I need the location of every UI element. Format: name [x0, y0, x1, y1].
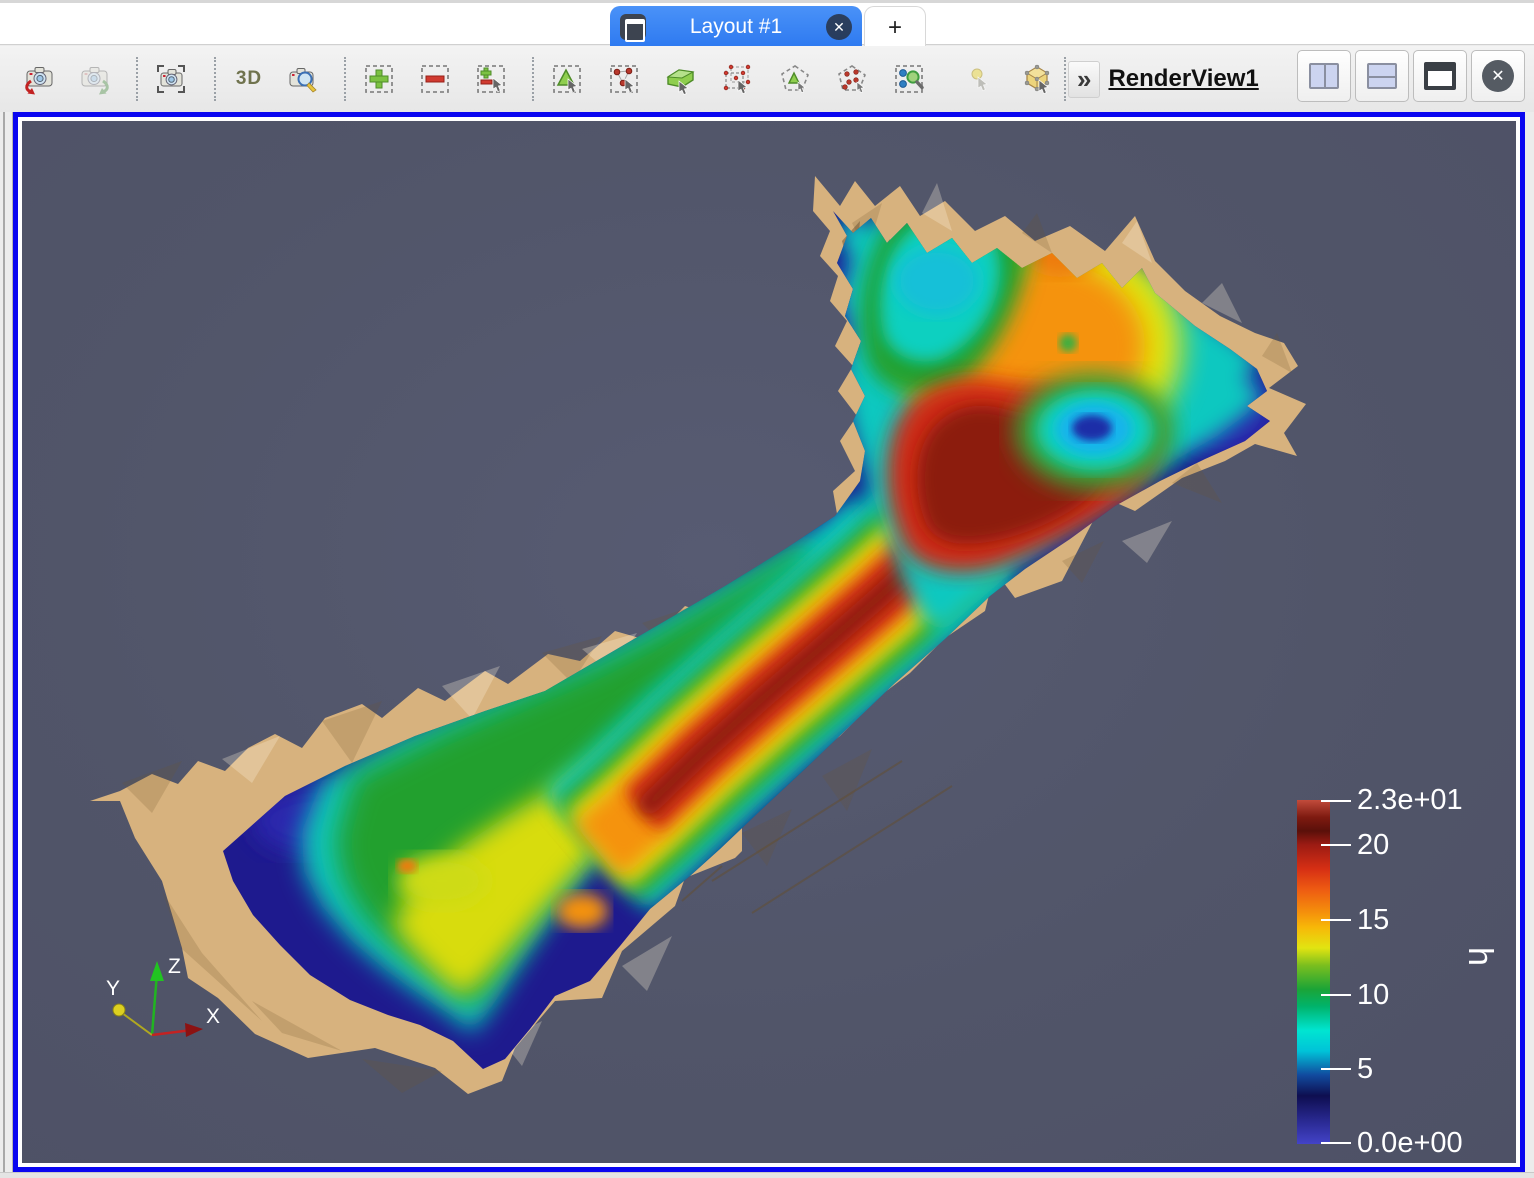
window-frame-bottom — [0, 1172, 1534, 1178]
maximize-view-button[interactable] — [1413, 50, 1467, 102]
split-vertical-icon — [1367, 63, 1397, 89]
x-axis-label: X — [206, 1005, 220, 1028]
toolbar-separator — [1064, 57, 1066, 101]
toolbar-separator — [136, 57, 138, 101]
interactive-select-cells-icon — [893, 63, 925, 95]
legend-tick — [1321, 919, 1351, 921]
camera-undo-button[interactable] — [20, 58, 58, 100]
toolbar-separator — [532, 57, 534, 101]
select-cells-polygon-icon — [779, 63, 811, 95]
window-frame-left — [0, 112, 13, 1178]
tab-layout-1[interactable]: Layout #1 ✕ — [610, 6, 862, 48]
select-cells-polygon-button[interactable] — [776, 58, 814, 100]
legend-tick — [1321, 1142, 1351, 1144]
legend-max-label: 2.3e+01 — [1357, 784, 1463, 816]
legend-tick — [1321, 1068, 1351, 1070]
split-horizontal-button[interactable] — [1297, 50, 1351, 102]
subtract-selection-button[interactable] — [416, 58, 454, 100]
layout-tab-bar: Layout #1 ✕ + — [0, 0, 1534, 45]
select-points-on-button[interactable] — [605, 58, 643, 100]
legend-min-label: 0.0e+00 — [1357, 1127, 1463, 1159]
maximize-icon — [1424, 62, 1456, 90]
legend-tick-label: 15 — [1357, 904, 1389, 936]
z-axis-label: Z — [168, 955, 181, 978]
render-viewport[interactable]: Z Y X 2.3e+01 20 15 10 5 0.0e+00 — [22, 121, 1516, 1163]
close-view-button[interactable]: ✕ — [1471, 50, 1525, 102]
color-legend-bar — [1297, 800, 1330, 1144]
select-cells-on-icon — [551, 63, 583, 95]
zoom-to-box-icon — [287, 63, 319, 95]
hover-cells-icon — [1021, 63, 1053, 95]
render-scene-3d[interactable]: Z Y X — [22, 121, 1516, 1163]
legend-tick — [1321, 800, 1351, 802]
toolbar-separator — [344, 57, 346, 101]
toggle-selection-button[interactable] — [472, 58, 510, 100]
close-icon: ✕ — [1482, 60, 1514, 92]
toolbar-separator — [214, 57, 216, 101]
view-layout-buttons: ✕ — [1297, 50, 1525, 102]
z-axis-arrow-icon — [150, 961, 164, 981]
legend-title: h — [1460, 947, 1499, 966]
interactive-select-cells-button[interactable] — [890, 58, 928, 100]
camera-undo-icon — [23, 63, 55, 95]
add-selection-icon — [363, 63, 395, 95]
zoom-to-box-button[interactable] — [284, 58, 322, 100]
split-horizontal-icon — [1309, 63, 1339, 89]
hover-points-icon — [964, 63, 996, 95]
legend-tick-label: 10 — [1357, 979, 1389, 1011]
camera-redo-icon — [79, 63, 111, 95]
y-axis-ball-icon — [113, 1004, 125, 1016]
toggle-3d-icon: 3D — [236, 68, 262, 90]
layout-icon — [620, 14, 646, 40]
color-legend[interactable]: 2.3e+01 20 15 10 5 0.0e+00 — [1297, 800, 1516, 1163]
application-window: Layout #1 ✕ + — [0, 0, 1534, 1178]
subtract-selection-icon — [419, 63, 451, 95]
water-surface-depth-colors — [252, 190, 1277, 1033]
select-cells-on-button[interactable] — [548, 58, 586, 100]
tab-label: Layout #1 — [656, 15, 816, 39]
legend-tick — [1321, 844, 1351, 846]
toggle-3d-button[interactable]: 3D — [230, 58, 268, 100]
split-vertical-button[interactable] — [1355, 50, 1409, 102]
add-selection-button[interactable] — [360, 58, 398, 100]
x-axis-arrow-icon — [185, 1023, 203, 1037]
select-cells-through-icon — [665, 63, 697, 95]
window-frame-right — [1525, 112, 1534, 1172]
camera-redo-button[interactable] — [76, 58, 114, 100]
legend-tick-label: 20 — [1357, 829, 1389, 861]
view-title-bar: » RenderView1 — [1068, 46, 1259, 112]
select-cells-through-button[interactable] — [662, 58, 700, 100]
tab-close-icon[interactable]: ✕ — [826, 14, 852, 40]
render-view-name[interactable]: RenderView1 — [1108, 65, 1258, 93]
hover-points-button[interactable] — [961, 58, 999, 100]
select-points-on-icon — [608, 63, 640, 95]
select-points-polygon-icon — [836, 63, 868, 95]
new-layout-tab[interactable]: + — [864, 6, 926, 48]
render-view-frame: Z Y X 2.3e+01 20 15 10 5 0.0e+00 — [13, 112, 1525, 1172]
legend-tick — [1321, 994, 1351, 996]
save-screenshot-button[interactable] — [152, 58, 190, 100]
legend-tick-label: 5 — [1357, 1053, 1373, 1085]
toggle-selection-icon — [475, 63, 507, 95]
save-screenshot-icon — [155, 63, 187, 95]
toolbar-expander-icon[interactable]: » — [1068, 61, 1100, 98]
select-points-through-button[interactable] — [719, 58, 757, 100]
y-axis-label: Y — [106, 977, 120, 1000]
hover-cells-button[interactable] — [1018, 58, 1056, 100]
select-points-through-icon — [722, 63, 754, 95]
select-points-polygon-button[interactable] — [833, 58, 871, 100]
